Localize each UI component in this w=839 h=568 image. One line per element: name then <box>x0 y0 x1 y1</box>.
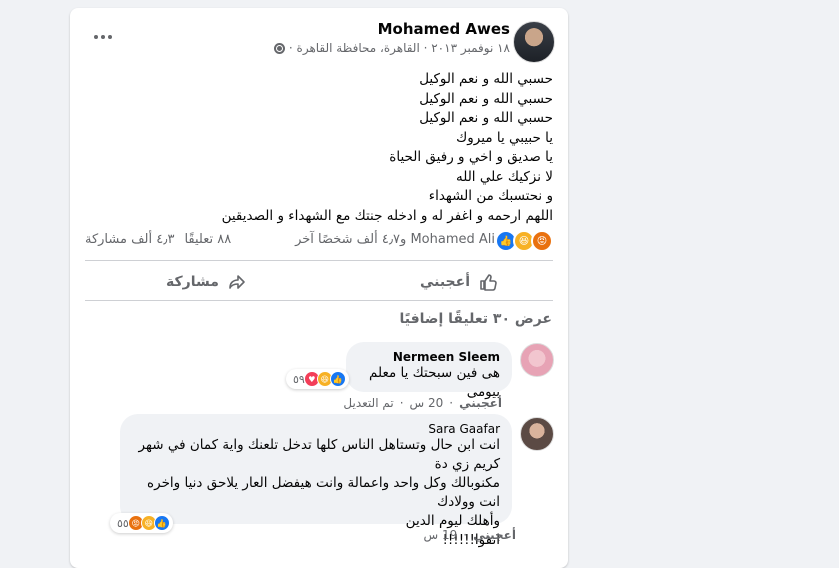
like-label: أعجبني <box>419 274 470 290</box>
more-icon-dot <box>94 35 98 39</box>
post-line: لا نزكيك علي الله <box>455 168 553 185</box>
post-line: و نحتسبك من الشهداء <box>428 188 553 204</box>
author-name[interactable]: Mohamed Awes <box>378 20 510 38</box>
comment-like-button[interactable]: أعجبني <box>473 528 516 542</box>
comment-bubble: Sara Gaafar انت ابن حال وتستاهل الناس كل… <box>120 414 512 548</box>
commenter-avatar[interactable] <box>520 417 554 451</box>
share-icon <box>229 275 245 289</box>
post-line: حسبي الله و نعم الوكيل <box>419 110 553 126</box>
comments-count[interactable]: ٨٨ تعليقًا <box>184 232 231 247</box>
commenter-name[interactable]: Nermeen Sleem <box>358 350 500 364</box>
comment-reactions[interactable]: ٥٥ 😡 😆 👍 <box>110 513 173 533</box>
comment-time[interactable]: 20 س <box>410 396 444 410</box>
more-icon-dot <box>101 35 105 39</box>
more-icon-dot <box>108 35 112 39</box>
view-more-comments[interactable]: عرض ٣٠ تعليقًا إضافيًا <box>400 311 552 327</box>
separator: · <box>399 396 404 410</box>
divider <box>85 300 553 301</box>
comment-time[interactable]: 19 س <box>424 528 458 542</box>
comment-meta: أعجبني · 19 س <box>424 528 516 542</box>
reactions-summary: 😡 😆 👍 Mohamed Ali و٤٫٧ ألف شخصًا آخر ٨٨ … <box>85 230 553 252</box>
commenter-name[interactable]: Sara Gaafar <box>132 422 500 436</box>
more-options-button[interactable] <box>92 26 114 48</box>
like-button[interactable]: أعجبني <box>420 266 498 298</box>
reaction-icons[interactable]: 😡 😆 👍 <box>495 230 553 252</box>
shares-count[interactable]: ٤٫٣ ألف مشاركة <box>85 232 174 247</box>
like-icon <box>480 274 497 291</box>
divider <box>85 260 553 261</box>
separator: · <box>463 528 468 542</box>
comment-like-button[interactable]: أعجبني <box>459 396 502 410</box>
post-meta-text[interactable]: ١٨ نوفمبر ٢٠١٣ · القاهرة، محافظة القاهرة… <box>289 41 510 55</box>
comment-reactions[interactable]: ٥٩ ♥ 😆 👍 <box>286 369 349 389</box>
post-line: يا حبيبي يا ميروك <box>456 129 553 146</box>
post-meta: ١٨ نوفمبر ٢٠١٣ · القاهرة، محافظة القاهرة… <box>273 41 510 55</box>
post-body: حسبي الله و نعم الوكيل حسبي الله و نعم ا… <box>93 70 553 226</box>
post-line: حسبي الله و نعم الوكيل <box>419 90 553 107</box>
share-label: مشاركة <box>166 274 219 290</box>
comment-meta: أعجبني · 20 س · تم التعديل <box>343 396 502 410</box>
engagement-counts: ٨٨ تعليقًا ٤٫٣ ألف مشاركة <box>85 232 231 247</box>
post-line: حسبي الله و نعم الوكيل <box>419 71 553 87</box>
author-avatar[interactable] <box>513 21 555 63</box>
comment-text-line: انت ابن حال وتستاهل الناس كلها تدخل تلعن… <box>138 437 500 472</box>
globe-icon <box>273 42 285 54</box>
share-button[interactable]: مشاركة <box>166 266 247 298</box>
like-icon: 👍 <box>153 515 170 531</box>
comment-bubble: Nermeen Sleem هى فين سبحتك يا معلم بيومى <box>346 342 512 400</box>
post-line: اللهم ارحمه و اغفر له و ادخله جنتك مع ال… <box>221 207 553 224</box>
angry-icon: 😡 <box>531 230 553 252</box>
commenter-avatar[interactable] <box>520 343 554 377</box>
reaction-names[interactable]: Mohamed Ali و٤٫٧ ألف شخصًا آخر <box>295 232 495 247</box>
comment-text-line: مكنوبالك وكل واحد واعمالة وانت هيفضل الع… <box>147 475 500 510</box>
post-line: يا صديق و اخي و رفيق الحياة <box>389 149 553 165</box>
like-icon: 👍 <box>329 371 346 387</box>
separator: · <box>449 396 454 410</box>
comment-edited: تم التعديل <box>343 396 394 410</box>
post-card: Mohamed Awes ١٨ نوفمبر ٢٠١٣ · القاهرة، م… <box>70 8 568 568</box>
